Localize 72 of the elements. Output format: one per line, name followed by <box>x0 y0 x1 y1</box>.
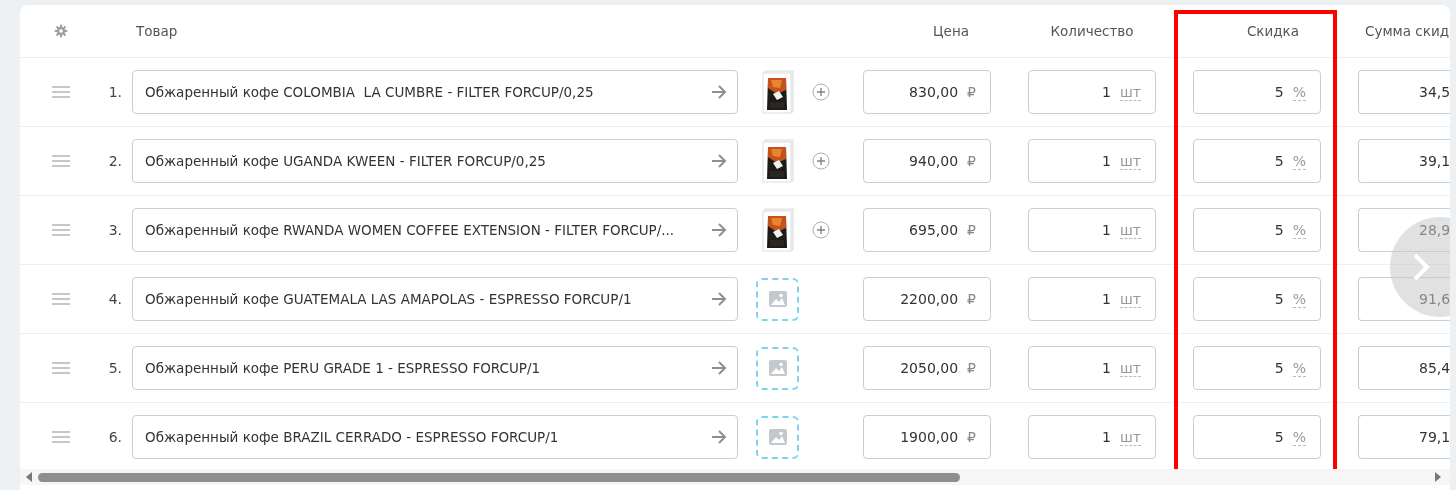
drag-handle-icon[interactable] <box>52 86 70 98</box>
column-header: Товар <box>136 23 178 39</box>
drag-handle-icon[interactable] <box>52 362 70 374</box>
currency-sign: ₽ <box>967 291 976 307</box>
quantity-field[interactable]: 1 шт <box>1028 70 1156 114</box>
price-field[interactable]: 695,00 ₽ <box>863 208 991 252</box>
add-icon[interactable] <box>812 83 830 101</box>
image-icon <box>768 429 787 445</box>
row-number: 5. <box>108 360 122 376</box>
arrow-right-icon[interactable] <box>711 361 727 375</box>
image-upload-box[interactable] <box>756 346 799 390</box>
currency-sign: ₽ <box>967 360 976 376</box>
horizontal-scrollbar[interactable] <box>20 469 1450 485</box>
arrow-right-icon[interactable] <box>711 85 727 99</box>
discount-sum-field[interactable]: 79,1 <box>1358 415 1450 459</box>
column-header: Цена <box>933 23 969 39</box>
row-number: 4. <box>108 291 122 307</box>
settings-icon[interactable] <box>54 24 68 38</box>
quantity-field[interactable]: 1 шт <box>1028 139 1156 183</box>
price-field[interactable]: 830,00 ₽ <box>863 70 991 114</box>
discount-sum-field[interactable]: 34,5 <box>1358 70 1450 114</box>
arrow-right-icon[interactable] <box>711 154 727 168</box>
discount-field[interactable]: 5 % <box>1193 346 1321 390</box>
quantity-field[interactable]: 1 шт <box>1028 277 1156 321</box>
currency-sign: ₽ <box>967 153 976 169</box>
row-number: 2. <box>108 153 122 169</box>
product-field[interactable]: Обжаренный кофе RWANDA WOMEN COFFEE EXTENSION - FILTER FORCUP/... <box>132 208 738 252</box>
row-number: 1. <box>108 84 122 100</box>
quantity-field[interactable]: 1 шт <box>1028 208 1156 252</box>
chevron-right-icon <box>1412 252 1430 282</box>
drag-handle-icon[interactable] <box>52 293 70 305</box>
price-field[interactable]: 1900,00 ₽ <box>863 415 991 459</box>
image-icon <box>768 360 787 376</box>
column-header: Сумма скид <box>1365 23 1450 39</box>
arrow-right-icon[interactable] <box>711 430 727 444</box>
price-field[interactable]: 940,00 ₽ <box>863 139 991 183</box>
discount-field[interactable]: 5 % <box>1193 70 1321 114</box>
arrow-right-icon[interactable] <box>711 223 727 237</box>
drag-handle-icon[interactable] <box>52 155 70 167</box>
currency-sign: ₽ <box>967 84 976 100</box>
quantity-field[interactable]: 1 шт <box>1028 415 1156 459</box>
drag-handle-icon[interactable] <box>52 224 70 236</box>
scroll-right-icon[interactable] <box>1434 472 1442 482</box>
discount-field[interactable]: 5 % <box>1193 277 1321 321</box>
discount-field[interactable]: 5 % <box>1193 415 1321 459</box>
quantity-field[interactable]: 1 шт <box>1028 346 1156 390</box>
currency-sign: ₽ <box>967 222 976 238</box>
scroll-left-icon[interactable] <box>25 472 33 482</box>
drag-handle-icon[interactable] <box>52 431 70 443</box>
currency-sign: ₽ <box>967 429 976 445</box>
discount-sum-field[interactable]: 85,4 <box>1358 346 1450 390</box>
scrollbar-thumb[interactable] <box>38 472 960 482</box>
arrow-right-icon[interactable] <box>711 292 727 306</box>
row-number: 3. <box>108 222 122 238</box>
image-upload-box[interactable] <box>756 277 799 321</box>
discount-sum-field[interactable]: 39,1 <box>1358 139 1450 183</box>
price-field[interactable]: 2200,00 ₽ <box>863 277 991 321</box>
product-field[interactable]: Обжаренный кофе BRAZIL CERRADO - ESPRESSO FORCUP/1 <box>132 415 738 459</box>
discount-field[interactable]: 5 % <box>1193 139 1321 183</box>
product-field[interactable]: Обжаренный кофе PERU GRADE 1 - ESPRESSO FORCUP/1 <box>132 346 738 390</box>
column-header: Количество <box>1050 23 1134 39</box>
product-field[interactable]: Обжаренный кофе UGANDA KWEEN - FILTER FORCUP/0,25 <box>132 139 738 183</box>
image-icon <box>768 291 787 307</box>
add-icon[interactable] <box>812 152 830 170</box>
row-number: 6. <box>108 429 122 445</box>
image-upload-box[interactable] <box>756 415 799 459</box>
price-field[interactable]: 2050,00 ₽ <box>863 346 991 390</box>
column-header: Скидка <box>1246 23 1299 39</box>
discount-field[interactable]: 5 % <box>1193 208 1321 252</box>
product-field[interactable]: Обжаренный кофе COLOMBIA LA CUMBRE - FILTER FORCUP/0,25 <box>132 70 738 114</box>
add-icon[interactable] <box>812 221 830 239</box>
product-field[interactable]: Обжаренный кофе GUATEMALA LAS AMAPOLAS - ESPRESSO FORCUP/1 <box>132 277 738 321</box>
